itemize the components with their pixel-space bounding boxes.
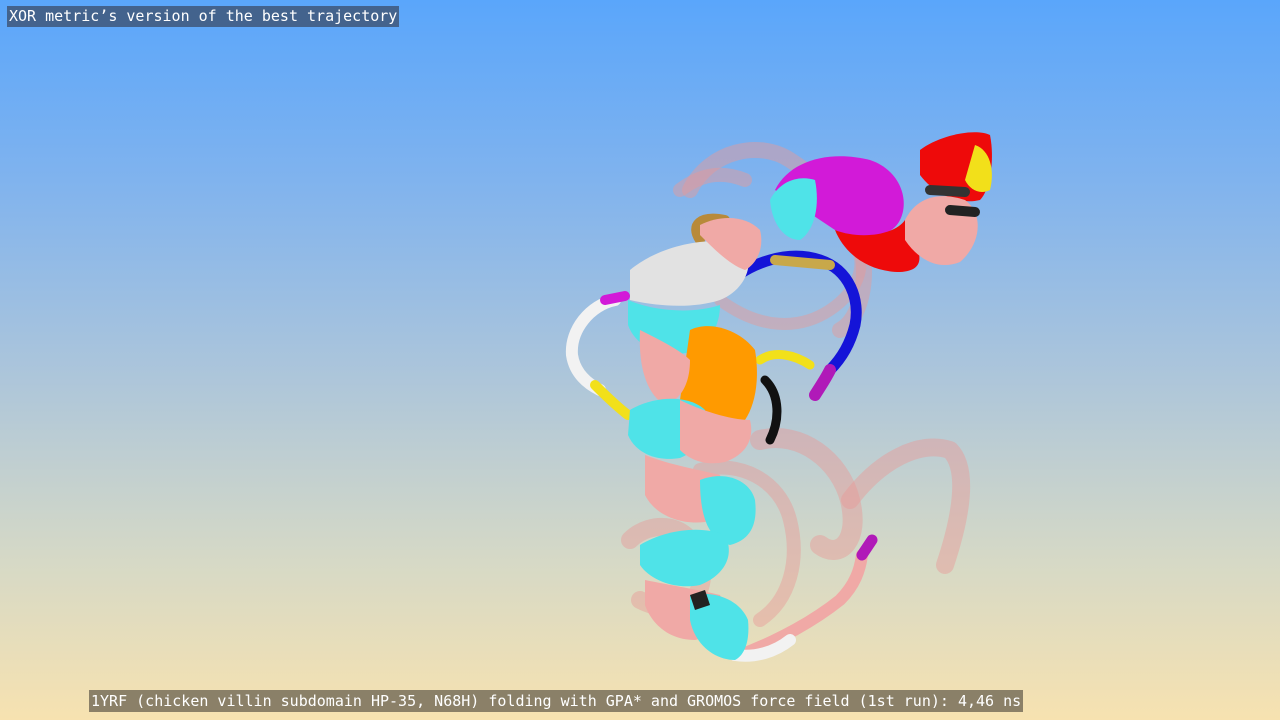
protein-render [565,132,992,662]
main-helix [628,218,762,660]
video-title-caption: XOR metric’s version of the best traject… [7,6,400,27]
simulation-info-caption: 1YRF (chicken villin subdomain HP-35, N6… [89,690,1024,712]
